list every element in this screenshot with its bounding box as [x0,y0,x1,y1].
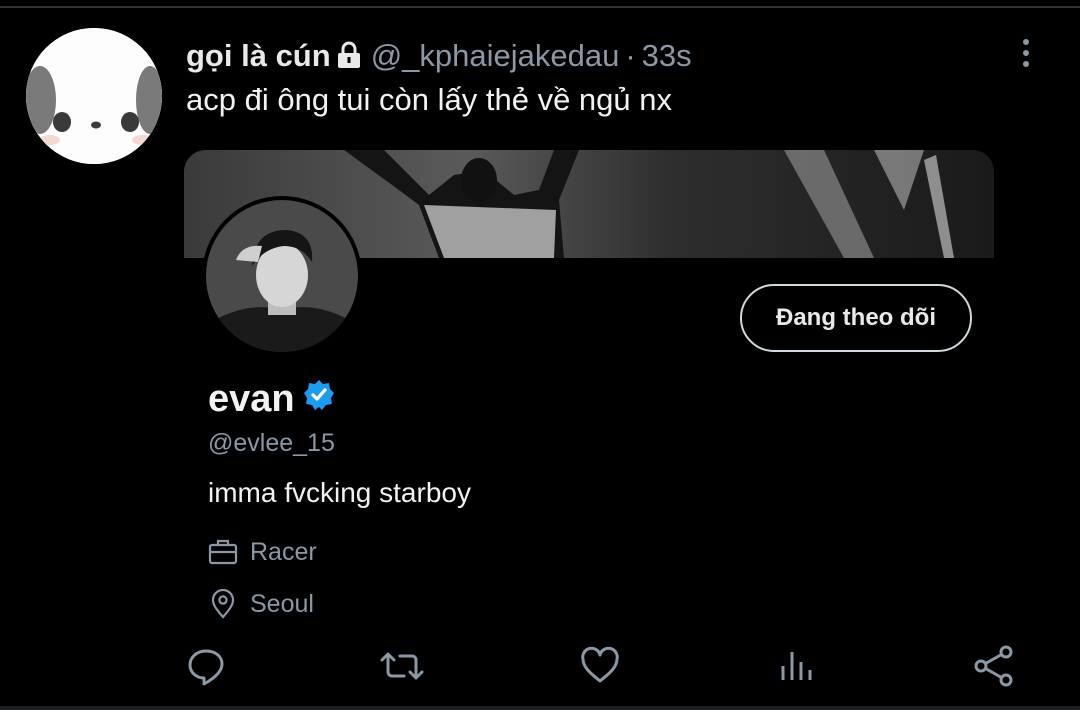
lock-icon [335,39,363,79]
verified-badge-icon [303,376,335,422]
separator-dot: · [625,38,636,73]
user-handle[interactable]: @_kphaiejakedau [371,38,620,73]
profile-card[interactable]: Đang theo dõi evan @evlee_15 imma fvckin… [184,150,994,640]
profile-location-row: Seoul [208,588,314,620]
person-photo [206,200,358,352]
analytics-icon[interactable] [775,644,819,688]
location-pin-icon [211,589,235,619]
following-button[interactable]: Đang theo dõi [740,284,972,352]
profile-handle: @evlee_15 [208,429,335,457]
briefcase-icon [208,539,238,565]
timestamp[interactable]: 33s [642,38,692,73]
bottom-divider [0,706,1080,710]
profile-avatar[interactable] [202,196,362,356]
share-icon[interactable] [972,644,1016,688]
poster-avatar[interactable] [26,28,162,164]
top-divider [0,6,1080,8]
profile-name-row: evan [208,376,335,422]
reply-icon[interactable] [184,644,228,688]
display-name[interactable]: gọi là cún [186,38,331,73]
profile-job: Racer [250,538,317,566]
tweet-action-bar [0,640,1080,692]
dog-face-icon [26,28,162,164]
profile-location: Seoul [250,590,314,618]
profile-job-row: Racer [208,536,317,568]
tweet-text: acp đi ông tui còn lấy thẻ về ngủ nx [186,82,672,117]
retweet-icon[interactable] [380,644,424,688]
more-options-icon[interactable] [1016,36,1036,72]
like-icon[interactable] [578,644,622,688]
profile-name[interactable]: evan [208,376,295,422]
tweet-header: gọi là cún @_kphaiejakedau · 33s [186,36,692,79]
profile-bio: imma fvcking starboy [208,477,471,508]
